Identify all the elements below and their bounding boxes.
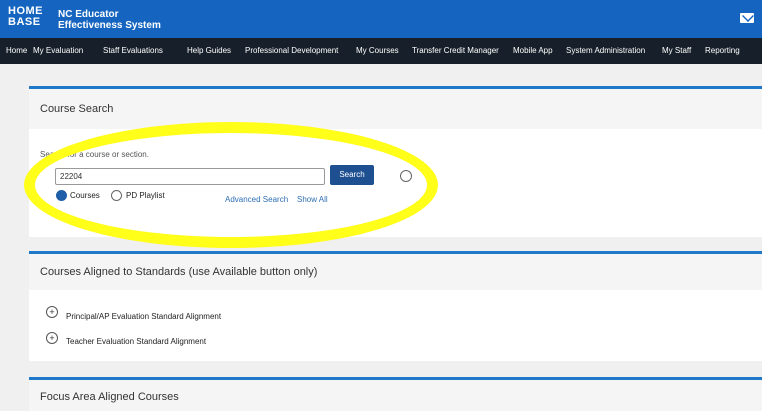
expand-icon[interactable]: + bbox=[46, 306, 58, 318]
main-nav: Home My Evaluation Staff Evaluations Hel… bbox=[0, 38, 762, 64]
nav-reporting[interactable]: Reporting bbox=[705, 46, 740, 55]
expand-icon[interactable]: + bbox=[46, 332, 58, 344]
mail-icon[interactable] bbox=[740, 13, 754, 23]
nav-my-courses[interactable]: My Courses bbox=[356, 46, 399, 55]
nav-home[interactable]: Home bbox=[6, 46, 27, 55]
nav-system-administration[interactable]: System Administration bbox=[566, 46, 645, 55]
app-title: NC Educator Effectiveness System bbox=[58, 9, 161, 31]
nav-mobile-app[interactable]: Mobile App bbox=[513, 46, 553, 55]
top-bar: HOME BASE NC Educator Effectiveness Syst… bbox=[0, 0, 762, 38]
highlight-ellipse bbox=[24, 122, 438, 248]
app-title-line1: NC Educator bbox=[58, 9, 119, 20]
focus-area-header: Focus Area Aligned Courses bbox=[29, 377, 762, 411]
nav-my-evaluation[interactable]: My Evaluation bbox=[33, 46, 83, 55]
nav-transfer-credit-manager[interactable]: Transfer Credit Manager bbox=[412, 46, 499, 55]
standards-header: Courses Aligned to Standards (use Availa… bbox=[29, 251, 762, 290]
course-search-title: Course Search bbox=[40, 103, 114, 115]
teacher-alignment-item[interactable]: Teacher Evaluation Standard Alignment bbox=[66, 337, 206, 346]
course-search-header: Course Search bbox=[29, 86, 762, 129]
nav-professional-development[interactable]: Professional Development bbox=[245, 46, 338, 55]
logo-line2: BASE bbox=[8, 16, 41, 28]
homebase-logo[interactable]: HOME BASE bbox=[8, 6, 43, 28]
app-title-line2: Effectiveness System bbox=[58, 20, 161, 31]
focus-area-title: Focus Area Aligned Courses bbox=[40, 391, 179, 403]
focus-area-panel: Focus Area Aligned Courses bbox=[29, 377, 762, 411]
principal-alignment-item[interactable]: Principal/AP Evaluation Standard Alignme… bbox=[66, 312, 221, 321]
nav-help-guides[interactable]: Help Guides bbox=[187, 46, 231, 55]
standards-title: Courses Aligned to Standards (use Availa… bbox=[40, 266, 318, 278]
nav-staff-evaluations[interactable]: Staff Evaluations bbox=[103, 46, 163, 55]
nav-my-staff[interactable]: My Staff bbox=[662, 46, 691, 55]
